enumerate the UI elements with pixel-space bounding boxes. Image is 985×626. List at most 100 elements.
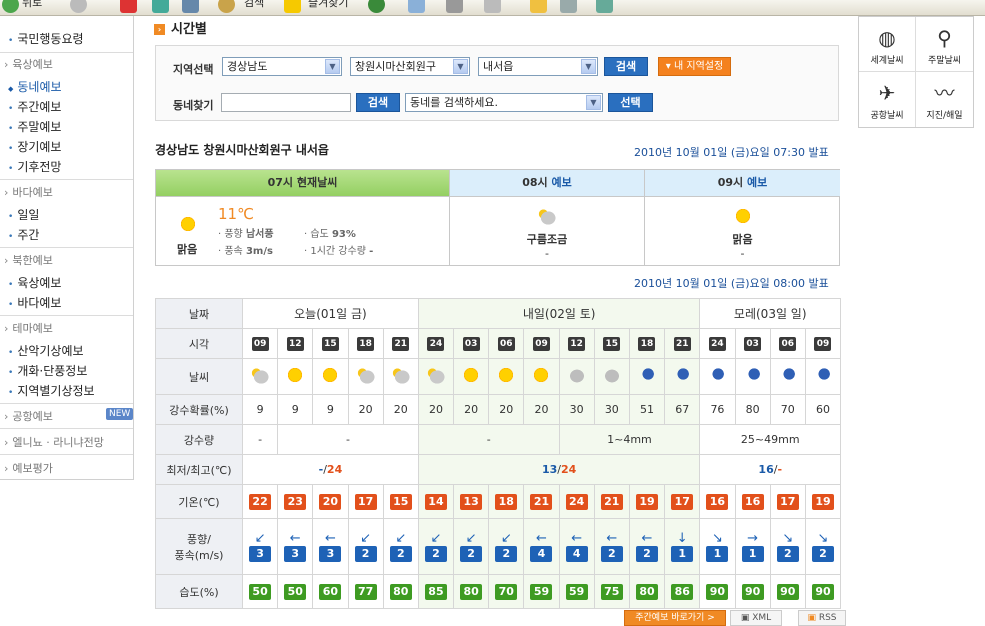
current-weather-panel: 07시 현재날씨 08시 예보 09시 예보 맑음 11℃ · 풍향 남서풍 ·… xyxy=(155,169,840,266)
airport-weather-link[interactable]: ✈ 공항날씨 xyxy=(859,72,916,127)
umbrella-icon xyxy=(740,365,765,385)
row-label: 강수량 xyxy=(155,424,243,455)
temp-cell: 17 xyxy=(769,484,806,519)
wind-arrow-icon: ↘ xyxy=(782,530,794,546)
dong-result-select[interactable]: 동네를 검색하세요. ▼ xyxy=(405,93,603,112)
search-label[interactable]: 검색 xyxy=(244,0,264,10)
favorites-label[interactable]: 즐겨찾기 xyxy=(308,0,348,10)
temp-cell: 23 xyxy=(277,484,314,519)
edit-icon[interactable] xyxy=(484,0,501,13)
sidebar-item-longterm[interactable]: 장기예보 xyxy=(8,138,61,155)
sidebar-item-nk-sea[interactable]: 바다예보 xyxy=(8,294,61,311)
sidebar-item-sea-weekly[interactable]: 주간 xyxy=(8,226,39,243)
sidebar-section-airport[interactable]: 공항예보 xyxy=(4,408,52,424)
my-region-button[interactable]: ▾ 내 지역설정 xyxy=(658,57,731,76)
sidebar-section-land[interactable]: 육상예보 xyxy=(4,56,52,72)
sidebar-item-sea-daily[interactable]: 일일 xyxy=(8,206,39,223)
rss-button[interactable]: ▣ RSS xyxy=(798,610,846,626)
weather-row: 날씨 xyxy=(155,358,842,395)
temp-cell: 16 xyxy=(734,484,771,519)
wind-row: 풍향/ 풍속(m/s) ↙ 3 ← 3 ← 3 ↙ 2 ↙ 2 ↙ 2 ↙ 2 ↙ 2 ← 4 ← 4 ← 2 ← 2 ↓ 1 ↘ 1 →… xyxy=(155,518,842,575)
wind-speed-value: 3m/s xyxy=(245,246,273,257)
back-label[interactable]: 뒤로 xyxy=(22,0,42,10)
sidebar-item-action-guide[interactable]: 국민행동요령 xyxy=(8,30,83,47)
humidity-cell: 59 xyxy=(523,574,560,609)
hour-badge: 21 xyxy=(392,337,410,351)
earthquake-link[interactable]: 〰 지진/해일 xyxy=(916,72,973,127)
pop-cell: 51 xyxy=(628,394,666,425)
mail-icon[interactable] xyxy=(408,0,425,13)
wind-cell: → 1 xyxy=(734,518,771,575)
hour-cell: 12 xyxy=(277,328,314,359)
max-temp: - xyxy=(777,463,783,476)
humidity-cell: 80 xyxy=(453,574,490,609)
search-icon[interactable] xyxy=(218,0,235,13)
weekly-forecast-button[interactable]: 주간예보 바로가기 > xyxy=(624,610,726,626)
row-label: 강수확률(%) xyxy=(155,394,243,425)
sidebar-item-regional[interactable]: 지역별기상정보 xyxy=(8,382,94,399)
temp-badge: 17 xyxy=(776,493,799,510)
messenger-icon[interactable] xyxy=(596,0,613,13)
dong-search-button[interactable]: 검색 xyxy=(356,93,400,112)
sidebar-section-eval[interactable]: 예보평가 xyxy=(4,460,52,476)
dong-select-button[interactable]: 선택 xyxy=(608,93,653,112)
back-icon[interactable] xyxy=(2,0,19,13)
home-icon[interactable] xyxy=(182,0,199,13)
sidebar-section-enso[interactable]: 엘니뇨 · 라니냐전망 xyxy=(4,434,103,450)
wind-speed-badge: 1 xyxy=(706,545,729,562)
city-select[interactable]: 창원시마산회원구 ▼ xyxy=(350,57,470,76)
hour-cell: 24 xyxy=(699,328,736,359)
world-weather-link[interactable]: ◍ 세계날씨 xyxy=(859,17,916,72)
sidebar-section-nk[interactable]: 북한예보 xyxy=(4,252,52,268)
sidebar-item-dong[interactable]: 동네예보 xyxy=(8,78,61,95)
new-badge: NEW xyxy=(106,408,134,420)
pop-cell: 60 xyxy=(804,394,842,425)
town-select[interactable]: 내서읍 ▼ xyxy=(478,57,598,76)
humidity-cell: 75 xyxy=(593,574,630,609)
humidity-badge: 90 xyxy=(811,583,834,600)
rain-cell: - xyxy=(417,424,560,455)
min-temp: 13 xyxy=(541,463,558,476)
refresh-icon[interactable] xyxy=(152,0,169,13)
sidebar-item-mountain[interactable]: 산악기상예보 xyxy=(8,342,83,359)
humidity-cell: 90 xyxy=(769,574,806,609)
sidebar-section-theme[interactable]: 테마예보 xyxy=(4,320,52,336)
umbrella-icon xyxy=(810,365,835,385)
forecast09-rain: - xyxy=(740,247,745,260)
pop-cell: 70 xyxy=(769,394,806,425)
hour-cell: 06 xyxy=(488,328,525,359)
humidity-badge: 90 xyxy=(776,583,799,600)
temp-cell: 19 xyxy=(804,484,842,519)
wind-speed-badge: 2 xyxy=(460,545,483,562)
favorites-icon[interactable] xyxy=(284,0,301,13)
region-search-button[interactable]: 검색 xyxy=(604,57,648,76)
history-icon[interactable] xyxy=(368,0,385,13)
temp-badge: 17 xyxy=(671,493,694,510)
weekend-weather-link[interactable]: ⚲ 주말날씨 xyxy=(916,17,973,72)
hour-badge: 12 xyxy=(286,337,304,351)
wind-cell: ↙ 2 xyxy=(382,518,419,575)
sidebar-item-bloom[interactable]: 개화·단풍정보 xyxy=(8,362,87,379)
hour-cell: 24 xyxy=(417,328,455,359)
sidebar-item-weekend[interactable]: 주말예보 xyxy=(8,118,61,135)
print-icon[interactable] xyxy=(446,0,463,13)
wind-dir-label: · 풍향 xyxy=(218,229,243,240)
province-select[interactable]: 경상남도 ▼ xyxy=(222,57,342,76)
humidity-row: · 습도 93% xyxy=(304,225,356,240)
sidebar-item-weekly[interactable]: 주간예보 xyxy=(8,98,61,115)
sidebar-section-sea[interactable]: 바다예보 xyxy=(4,184,52,200)
folder-icon[interactable] xyxy=(530,0,547,13)
wind-cell: ← 2 xyxy=(628,518,666,575)
temp-badge: 21 xyxy=(530,493,553,510)
page-title-text: 시간별 xyxy=(171,22,207,37)
xml-button[interactable]: ▣ XML xyxy=(730,610,782,626)
sidebar-item-nk-land[interactable]: 육상예보 xyxy=(8,274,61,291)
stop-icon[interactable] xyxy=(120,0,137,13)
sidebar-item-climate[interactable]: 기후전망 xyxy=(8,158,61,175)
forward-icon[interactable] xyxy=(70,0,87,13)
weather-cell xyxy=(417,358,455,395)
research-icon[interactable] xyxy=(560,0,577,13)
dong-search-input[interactable] xyxy=(221,93,351,112)
partly-cloudy-icon xyxy=(248,365,273,385)
forecast08-header: 08시 예보 xyxy=(450,170,645,196)
